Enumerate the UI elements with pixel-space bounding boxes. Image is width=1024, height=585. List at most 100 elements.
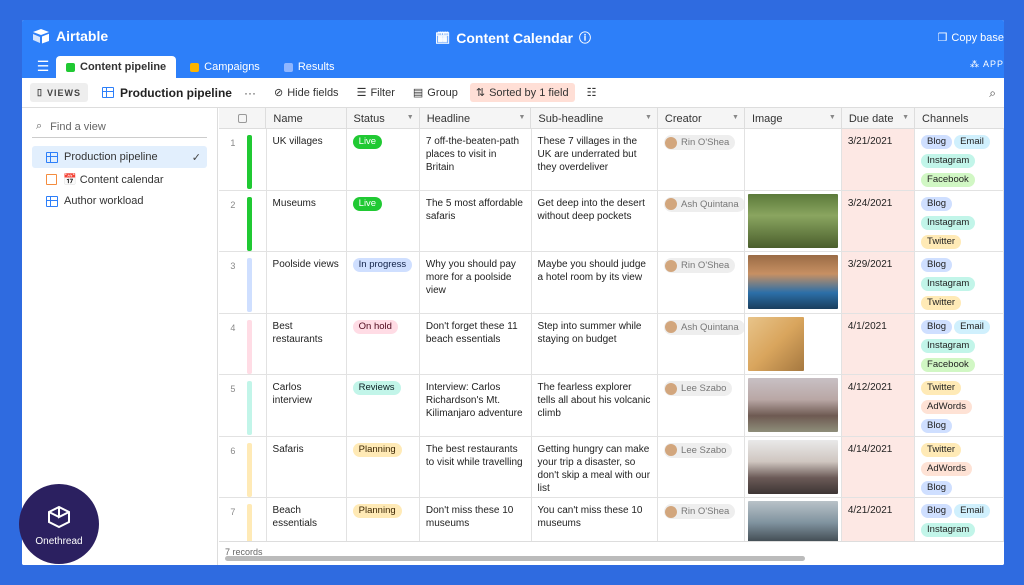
apps-button[interactable]: ⁂ APP (970, 59, 1004, 70)
tab-campaigns[interactable]: Campaigns (180, 56, 270, 78)
search-icon[interactable]: ⌕ (989, 86, 996, 101)
cell-name[interactable]: Poolside views (267, 252, 347, 313)
table-row[interactable]: 4 Best restaurants On hold Don't forget … (219, 313, 1004, 375)
table-icon (190, 62, 200, 72)
base-title[interactable]: 🗓 Content Calendar ⓘ (22, 29, 1004, 46)
app-window: Airtable 🗓 Content Calendar ⓘ ❐ Copy bas… (22, 20, 1004, 565)
cell-image[interactable] (745, 375, 842, 436)
cell-name[interactable]: UK villages (267, 129, 347, 190)
row-color-stripe (246, 313, 267, 374)
cell-status[interactable]: In progress (347, 252, 420, 313)
table-row[interactable]: 6 Safaris Planning The best restaurants … (219, 436, 1004, 498)
image-thumbnail[interactable] (748, 316, 805, 371)
table-row[interactable]: 1 UK villages Live 7 off-the-beaten-path… (219, 129, 1004, 191)
channel-tag: Email (954, 319, 990, 334)
channel-tag: AdWords (921, 461, 972, 476)
cell-creator[interactable]: Ash Quintana (658, 190, 746, 251)
cell-status[interactable]: Live (347, 190, 420, 251)
info-icon[interactable]: ⓘ (579, 29, 591, 46)
cell-image[interactable] (745, 252, 842, 313)
more-options-button[interactable]: ··· (238, 86, 262, 100)
tab-content-pipeline[interactable]: Content pipeline (56, 56, 177, 78)
cell-headline[interactable]: The best restaurants to visit while trav… (420, 436, 532, 497)
cell-sub-headline[interactable]: The fearless explorer tells all about hi… (532, 375, 659, 436)
cell-image[interactable] (745, 436, 842, 497)
cell-creator[interactable]: Rin O'Shea (658, 129, 746, 190)
cell-due-date[interactable]: 4/14/2021 (841, 436, 916, 497)
table-row[interactable]: 2 Museums Live The 5 most affordable saf… (219, 190, 1004, 252)
table-row[interactable]: 3 Poolside views In progress Why you sho… (219, 252, 1004, 314)
status-badge: Live (352, 196, 383, 211)
cell-image[interactable] (745, 190, 842, 251)
column-header-sub-headline[interactable]: Sub-headline ▼ (531, 108, 658, 129)
table-row[interactable]: 5 Carlos interview Reviews Interview: Ca… (219, 375, 1004, 437)
sidebar-item-production-pipeline[interactable]: Production pipeline ✓ (32, 146, 207, 168)
column-header-channels[interactable]: Channels (915, 108, 1004, 129)
image-thumbnail[interactable] (748, 255, 839, 309)
cell-headline[interactable]: Don't forget these 11 beach essentials (420, 313, 532, 374)
table-icon (283, 62, 293, 72)
column-header-image[interactable]: Image ▼ (745, 108, 842, 129)
hide-fields-button[interactable]: ⊘ Hide fields (268, 83, 345, 102)
cell-headline[interactable]: 7 off-the-beaten-path places to visit in… (420, 129, 532, 190)
cell-sub-headline[interactable]: Maybe you should judge a hotel room by i… (532, 252, 659, 313)
column-header-status[interactable]: Status ▼ (347, 108, 420, 129)
current-view[interactable]: Production pipeline (101, 86, 232, 100)
cell-creator[interactable]: Ash Quintana (658, 313, 746, 374)
cell-channels[interactable]: BlogInstagramTwitterFacebook (915, 252, 1004, 313)
cell-status[interactable]: On hold (347, 313, 420, 374)
filter-button[interactable]: ☰ Filter (351, 83, 401, 102)
cell-sub-headline[interactable]: Step into summer while staying on budget (532, 313, 659, 374)
search-icon: ⌕ (36, 120, 43, 132)
collaborator-chip: Rin O'Shea (664, 135, 736, 150)
cell-sub-headline[interactable]: Getting hungry can make your trip a disa… (532, 436, 659, 497)
column-header-name[interactable]: Name (266, 108, 347, 129)
sort-button[interactable]: ⇅ Sorted by 1 field (469, 83, 575, 102)
column-header-due-date[interactable]: Due date ▼ (842, 108, 916, 129)
cell-channels[interactable]: Twitter AdWords Blog (915, 436, 1004, 497)
cell-status[interactable]: Planning (347, 436, 420, 497)
cell-due-date[interactable]: 3/24/2021 (841, 190, 916, 251)
cell-channels[interactable]: BlogInstagramTwitterFacebook (915, 190, 1004, 251)
channel-tag: Instagram (921, 523, 976, 537)
cell-due-date[interactable]: 3/29/2021 (841, 252, 916, 313)
find-view-input[interactable]: ⌕ Find a view (32, 116, 207, 138)
cell-headline[interactable]: Why you should pay more for a poolside v… (420, 252, 532, 313)
cell-due-date[interactable]: 3/21/2021 (841, 129, 916, 190)
column-header-creator[interactable]: Creator ▼ (658, 108, 745, 129)
cell-sub-headline[interactable]: These 7 villages in the UK are underrate… (532, 129, 659, 190)
views-toggle-button[interactable]: ▯ VIEWS (30, 83, 88, 102)
cell-creator[interactable]: Lee Szabo (658, 436, 746, 497)
select-all-checkbox[interactable] (219, 108, 267, 129)
copy-base-button[interactable]: ❐ Copy base (938, 31, 1004, 45)
cell-channels[interactable]: BlogEmailInstagramFacebookTwitter (915, 129, 1004, 190)
cell-status[interactable]: Reviews (347, 375, 420, 436)
cell-headline[interactable]: Interview: Carlos Richardson's Mt. Kilim… (420, 375, 532, 436)
horizontal-scrollbar[interactable] (225, 556, 805, 561)
sidebar-item-content-calendar[interactable]: 📅 Content calendar (32, 168, 207, 190)
cell-due-date[interactable]: 4/12/2021 (841, 375, 916, 436)
cell-name[interactable]: Museums (267, 190, 347, 251)
cell-creator[interactable]: Lee Szabo (658, 375, 746, 436)
cell-due-date[interactable]: 4/1/2021 (841, 313, 916, 374)
sidebar-item-author-workload[interactable]: Author workload (32, 190, 207, 212)
image-thumbnail[interactable] (748, 193, 839, 248)
cell-image[interactable] (745, 313, 842, 374)
image-thumbnail[interactable] (748, 378, 839, 432)
cell-image[interactable] (745, 129, 842, 190)
cell-headline[interactable]: The 5 most affordable safaris (420, 190, 532, 251)
cell-name[interactable]: Carlos interview (267, 375, 347, 436)
cell-channels[interactable]: BlogEmail Instagram Facebook (915, 313, 1004, 374)
group-button[interactable]: ▤ Group (407, 83, 464, 102)
cell-creator[interactable]: Rin O'Shea (658, 252, 746, 313)
row-height-button[interactable]: ☷ (581, 83, 603, 102)
cell-channels[interactable]: Twitter AdWords Blog (915, 375, 1004, 436)
column-header-headline[interactable]: Headline ▼ (420, 108, 532, 129)
image-thumbnail[interactable] (748, 439, 839, 494)
cell-name[interactable]: Safaris (267, 436, 347, 497)
cell-sub-headline[interactable]: Get deep into the desert without deep po… (532, 190, 659, 251)
hamburger-menu-icon[interactable]: ☰ (30, 54, 56, 78)
cell-name[interactable]: Best restaurants (267, 313, 347, 374)
cell-status[interactable]: Live (347, 129, 420, 190)
tab-results[interactable]: Results (274, 56, 345, 78)
